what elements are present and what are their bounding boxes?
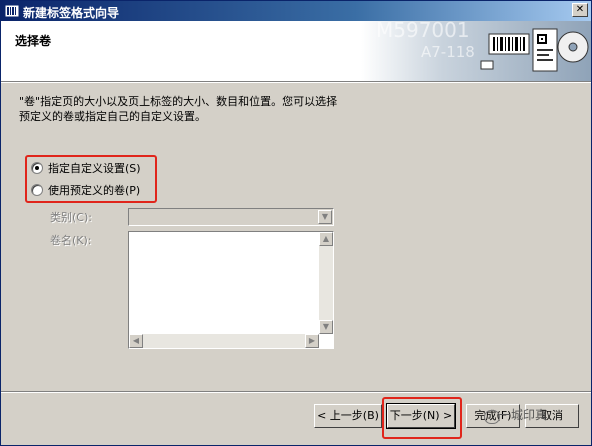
category-dropdown[interactable]: ▼ [128,208,334,226]
chevron-down-icon[interactable]: ▼ [318,210,332,224]
description-text: "卷"指定页的大小以及页上标签的大小、数目和位置。您可以选择预定义的卷或指定自己… [19,95,338,123]
roll-name-list[interactable]: ▲ ▼ ◀ ▶ [128,231,334,349]
close-button[interactable]: ✕ [572,3,588,17]
app-icon [4,4,20,18]
wechat-icon [484,410,500,424]
category-label: 类别(C): [50,211,92,224]
back-button[interactable]: < 上一步(B) [314,404,382,428]
radio-custom-settings[interactable]: 指定自定义设置(S) [31,159,141,177]
watermark-text: 一城印真 [499,408,548,422]
disc-icon [557,31,589,63]
art-text-1: M597001 [376,21,470,42]
radio-predefined-roll[interactable]: 使用预定义的卷(P) [31,181,140,199]
scroll-down-icon[interactable]: ▼ [319,320,333,334]
title-bar[interactable]: 新建标签格式向导 ✕ [1,1,591,21]
qr-card-icon [532,28,558,72]
close-icon: ✕ [575,4,585,15]
radio-button[interactable] [31,184,43,196]
radio-label: 指定自定义设置(S) [48,162,141,175]
page-title: 选择卷 [15,34,52,48]
roll-name-label: 卷名(K): [50,234,92,247]
scroll-up-icon[interactable]: ▲ [319,232,333,246]
radio-label: 使用预定义的卷(P) [48,184,141,197]
scroll-left-icon[interactable]: ◀ [129,334,143,348]
next-button[interactable]: 下一步(N) > [386,403,456,429]
header-divider [1,81,591,83]
wizard-window: 新建标签格式向导 ✕ 选择卷 M597001 A7-118 "卷"指定页的大小以… [0,0,592,446]
horizontal-scrollbar[interactable]: ◀ ▶ [129,334,319,348]
art-text-2: A7-118 [421,43,475,61]
footer-divider [1,391,591,393]
window-title: 新建标签格式向导 [23,6,120,20]
wizard-header: 选择卷 M597001 A7-118 [1,21,591,81]
radio-button-selected[interactable] [31,162,43,174]
vertical-scrollbar[interactable]: ▲ ▼ [319,232,333,334]
header-art: M597001 A7-118 [361,21,591,81]
scroll-right-icon[interactable]: ▶ [305,334,319,348]
